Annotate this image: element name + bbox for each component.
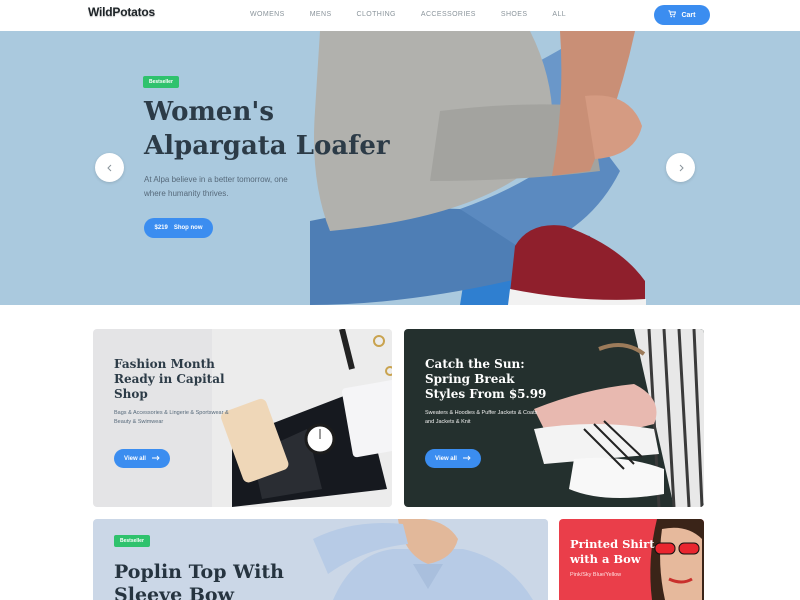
nav-item-clothing[interactable]: CLOTHING <box>357 11 396 18</box>
nav-item-womens[interactable]: WOMENS <box>250 11 285 18</box>
accessories-photo <box>212 329 392 507</box>
shop-now-label: Shop now <box>173 225 203 231</box>
side-promo-colors: Pink/Sky Blue/Yellow <box>570 572 622 578</box>
hero-subtitle: At Alpa believe in a better tomorrow, on… <box>144 175 288 198</box>
promo-card-fashion-month[interactable]: Fashion Month Ready in Capital Shop Bags… <box>93 329 392 507</box>
top-navbar: WildPotatos WOMENS MENS CLOTHING ACCESSO… <box>0 0 800 31</box>
cart-button[interactable]: Cart <box>654 5 710 25</box>
chevron-right-icon <box>677 159 685 177</box>
view-all-label: View all <box>435 455 457 462</box>
main-nav: WOMENS MENS CLOTHING ACCESSORIES SHOES A… <box>250 11 591 18</box>
hero-product-photo <box>310 31 646 305</box>
feature-card-poplin-top[interactable]: Bestseller Poplin Top With Sleeve Bow <box>93 519 548 600</box>
side-promo-title: Printed Shirt with a Bow <box>570 537 655 566</box>
nav-item-accessories[interactable]: ACCESSORIES <box>421 11 476 18</box>
arrow-right-icon <box>151 455 160 463</box>
promo-categories: Bags & Accessories & Lingerie & Sportswe… <box>114 410 229 425</box>
view-all-button[interactable]: View all <box>425 449 481 468</box>
arrow-right-icon <box>462 455 471 463</box>
cart-label: Cart <box>681 11 696 19</box>
site-logo[interactable]: WildPotatos <box>88 5 155 19</box>
shop-now-button[interactable]: $219 Shop now <box>144 218 213 238</box>
hero-title: Women's Alpargata Loafer <box>144 97 390 161</box>
chevron-left-icon <box>106 159 114 177</box>
hero-banner: Bestseller Women's Alpargata Loafer At A… <box>0 31 800 305</box>
promo-card-printed-shirt[interactable]: Printed Shirt with a Bow Pink/Sky Blue/Y… <box>559 519 704 600</box>
view-all-label: View all <box>124 455 146 462</box>
nav-item-mens[interactable]: MENS <box>310 11 332 18</box>
nav-item-shoes[interactable]: SHOES <box>501 11 528 18</box>
cart-icon <box>668 10 677 20</box>
carousel-prev-button[interactable] <box>95 153 124 182</box>
nav-item-all[interactable]: ALL <box>552 11 566 18</box>
view-all-button[interactable]: View all <box>114 449 170 468</box>
promo-title: Catch the Sun: Spring Break Styles From … <box>425 357 547 401</box>
price-label: $219 <box>154 225 168 231</box>
carousel-next-button[interactable] <box>666 153 695 182</box>
promo-title: Fashion Month Ready in Capital Shop <box>114 357 225 401</box>
bestseller-badge: Bestseller <box>143 76 179 88</box>
promo-categories: Sweaters & Hoodies & Puffer Jackets & Co… <box>425 410 538 425</box>
bestseller-badge: Bestseller <box>114 535 150 547</box>
promo-card-spring-break[interactable]: Catch the Sun: Spring Break Styles From … <box>404 329 704 507</box>
feature-title: Poplin Top With Sleeve Bow <box>114 561 284 600</box>
